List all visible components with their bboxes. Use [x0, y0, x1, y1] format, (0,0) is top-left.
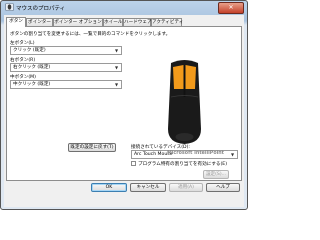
- left-button-value: クリック (既定): [13, 48, 46, 53]
- chevron-down-icon: ▼: [230, 152, 235, 157]
- apply-button[interactable]: 適用(A): [169, 183, 203, 192]
- left-button-select[interactable]: クリック (既定) ▼: [10, 46, 122, 55]
- close-button[interactable]: ✕: [218, 2, 244, 14]
- middle-button-value: 中クリック (既定): [13, 82, 51, 87]
- middle-button-select[interactable]: 中クリック (既定) ▼: [10, 80, 122, 89]
- mouse-app-icon: [5, 3, 14, 11]
- chevron-down-icon: ▼: [114, 65, 119, 70]
- tab-activity[interactable]: アクティビティ: [151, 18, 183, 26]
- title-bar: マウスのプロパティ ✕: [1, 1, 247, 14]
- right-button-value: 右クリック (既定): [13, 65, 51, 70]
- right-button-select[interactable]: 右クリック (既定) ▼: [10, 63, 122, 72]
- tab-hardware[interactable]: ハードウェア: [123, 18, 152, 26]
- mouse-properties-window: マウスのプロパティ ✕ ボタン ポインター ポインター オプション ホイール ハ…: [0, 0, 248, 210]
- intellipoint-logo: Microsoft IntelliPoint: [167, 151, 224, 156]
- tab-buttons[interactable]: ボタン: [6, 17, 26, 27]
- program-specific-label: プログラム特有の割り当てを有効にする(E): [138, 162, 227, 167]
- dialog-client-area: ボタン ポインター ポインター オプション ホイール ハードウェア アクティビテ…: [4, 15, 244, 207]
- program-specific-checkbox[interactable]: [131, 161, 136, 166]
- settings-button[interactable]: 設定(S)...: [203, 170, 229, 179]
- window-title: マウスのプロパティ: [16, 6, 66, 12]
- chevron-down-icon: ▼: [114, 82, 119, 87]
- buttons-tab-panel: ボタンの割り当てを変更するには、一覧で目的のコマンドをクリックします。 左ボタン…: [6, 26, 242, 181]
- close-icon: ✕: [228, 4, 234, 11]
- ok-button[interactable]: OK: [91, 183, 127, 192]
- tab-wheel[interactable]: ホイール: [103, 18, 123, 26]
- brand-prefix: Microsoft: [167, 151, 193, 156]
- description-text: ボタンの割り当てを変更するには、一覧で目的のコマンドをクリックします。: [10, 32, 171, 37]
- tab-pointer-options[interactable]: ポインター オプション: [53, 18, 103, 26]
- arc-touch-mouse-image: [168, 60, 201, 144]
- cancel-button[interactable]: キャンセル: [130, 183, 166, 192]
- reset-defaults-button[interactable]: 既定の設定に戻す(T): [68, 143, 116, 152]
- tab-pointer[interactable]: ポインター: [26, 18, 53, 26]
- help-button[interactable]: ヘルプ: [206, 183, 240, 192]
- brand-name: IntelliPoint: [194, 151, 224, 156]
- chevron-down-icon: ▼: [114, 48, 119, 53]
